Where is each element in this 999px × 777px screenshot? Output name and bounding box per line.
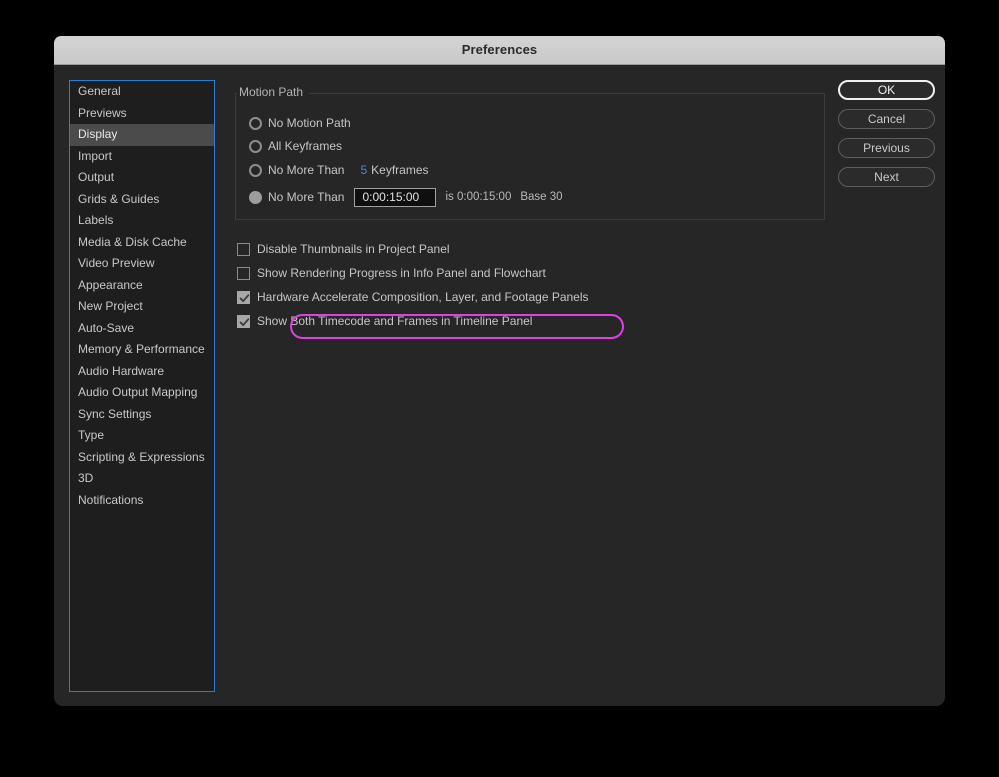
checkmark-icon <box>239 293 250 304</box>
previous-button[interactable]: Previous <box>838 138 935 158</box>
dialog-titlebar: Preferences <box>54 36 945 65</box>
checkbox-hardware-accelerate-icon[interactable] <box>237 291 250 304</box>
preferences-category-list[interactable]: General Previews Display Import Output G… <box>69 80 215 692</box>
preferences-dialog: Preferences General Previews Display Imp… <box>54 36 945 706</box>
timecode-input[interactable] <box>354 188 436 207</box>
sidebar-item-import[interactable]: Import <box>70 146 214 168</box>
radio-no-more-than-keyframes-label: No More Than <box>268 163 344 177</box>
sidebar-item-audio-output-mapping[interactable]: Audio Output Mapping <box>70 382 214 404</box>
sidebar-item-new-project[interactable]: New Project <box>70 296 214 318</box>
radio-no-motion-path-icon[interactable] <box>249 117 262 130</box>
radio-no-motion-path-label: No Motion Path <box>268 116 351 130</box>
sidebar-item-memory-performance[interactable]: Memory & Performance <box>70 339 214 361</box>
sidebar-item-audio-hardware[interactable]: Audio Hardware <box>70 361 214 383</box>
sidebar-item-previews[interactable]: Previews <box>70 103 214 125</box>
keyframes-count-value[interactable]: 5 <box>360 163 367 177</box>
sidebar-item-video-preview[interactable]: Video Preview <box>70 253 214 275</box>
checkbox-row-hardware-accelerate[interactable]: Hardware Accelerate Composition, Layer, … <box>237 287 589 307</box>
ok-button[interactable]: OK <box>838 80 935 100</box>
radio-no-more-than-duration-icon[interactable] <box>249 191 262 204</box>
checkbox-show-rendering-progress-label: Show Rendering Progress in Info Panel an… <box>257 266 546 280</box>
radio-row-no-motion-path[interactable]: No Motion Path <box>249 113 351 133</box>
checkbox-show-rendering-progress-icon[interactable] <box>237 267 250 280</box>
timecode-resolved-label: is 0:00:15:00 <box>445 191 511 203</box>
radio-no-more-than-keyframes-icon[interactable] <box>249 164 262 177</box>
sidebar-item-3d[interactable]: 3D <box>70 468 214 490</box>
sidebar-item-display[interactable]: Display <box>70 124 214 146</box>
checkmark-icon <box>239 317 250 328</box>
display-settings-panel: Motion Path No Motion Path All Keyframes… <box>235 80 829 692</box>
keyframes-suffix-label: Keyframes <box>371 163 428 177</box>
radio-row-no-more-than-duration[interactable]: No More Than is 0:00:15:00 Base 30 <box>249 187 563 207</box>
sidebar-item-general[interactable]: General <box>70 81 214 103</box>
checkbox-disable-thumbnails-label: Disable Thumbnails in Project Panel <box>257 242 450 256</box>
sidebar-item-output[interactable]: Output <box>70 167 214 189</box>
sidebar-item-grids-guides[interactable]: Grids & Guides <box>70 189 214 211</box>
sidebar-item-notifications[interactable]: Notifications <box>70 490 214 512</box>
checkbox-disable-thumbnails-icon[interactable] <box>237 243 250 256</box>
sidebar-item-sync-settings[interactable]: Sync Settings <box>70 404 214 426</box>
sidebar-item-auto-save[interactable]: Auto-Save <box>70 318 214 340</box>
checkbox-row-show-rendering-progress[interactable]: Show Rendering Progress in Info Panel an… <box>237 263 546 283</box>
radio-all-keyframes-icon[interactable] <box>249 140 262 153</box>
motion-path-legend: Motion Path <box>237 85 309 99</box>
radio-all-keyframes-label: All Keyframes <box>268 139 342 153</box>
checkbox-hardware-accelerate-label: Hardware Accelerate Composition, Layer, … <box>257 290 589 304</box>
dialog-title: Preferences <box>54 36 945 64</box>
cancel-button[interactable]: Cancel <box>838 109 935 129</box>
next-button[interactable]: Next <box>838 167 935 187</box>
checkbox-row-show-both-timecode[interactable]: Show Both Timecode and Frames in Timelin… <box>237 311 532 331</box>
radio-row-no-more-than-keyframes[interactable]: No More Than 5 Keyframes <box>249 160 429 180</box>
radio-no-more-than-duration-label: No More Than <box>268 190 344 204</box>
sidebar-item-media-disk-cache[interactable]: Media & Disk Cache <box>70 232 214 254</box>
sidebar-item-type[interactable]: Type <box>70 425 214 447</box>
sidebar-item-labels[interactable]: Labels <box>70 210 214 232</box>
timecode-base-label: Base 30 <box>520 191 562 203</box>
sidebar-item-scripting-expressions[interactable]: Scripting & Expressions <box>70 447 214 469</box>
radio-row-all-keyframes[interactable]: All Keyframes <box>249 136 342 156</box>
checkbox-show-both-timecode-label: Show Both Timecode and Frames in Timelin… <box>257 314 532 328</box>
dialog-button-column: OK Cancel Previous Next <box>838 80 936 196</box>
checkbox-show-both-timecode-icon[interactable] <box>237 315 250 328</box>
sidebar-item-appearance[interactable]: Appearance <box>70 275 214 297</box>
checkbox-row-disable-thumbnails[interactable]: Disable Thumbnails in Project Panel <box>237 239 450 259</box>
